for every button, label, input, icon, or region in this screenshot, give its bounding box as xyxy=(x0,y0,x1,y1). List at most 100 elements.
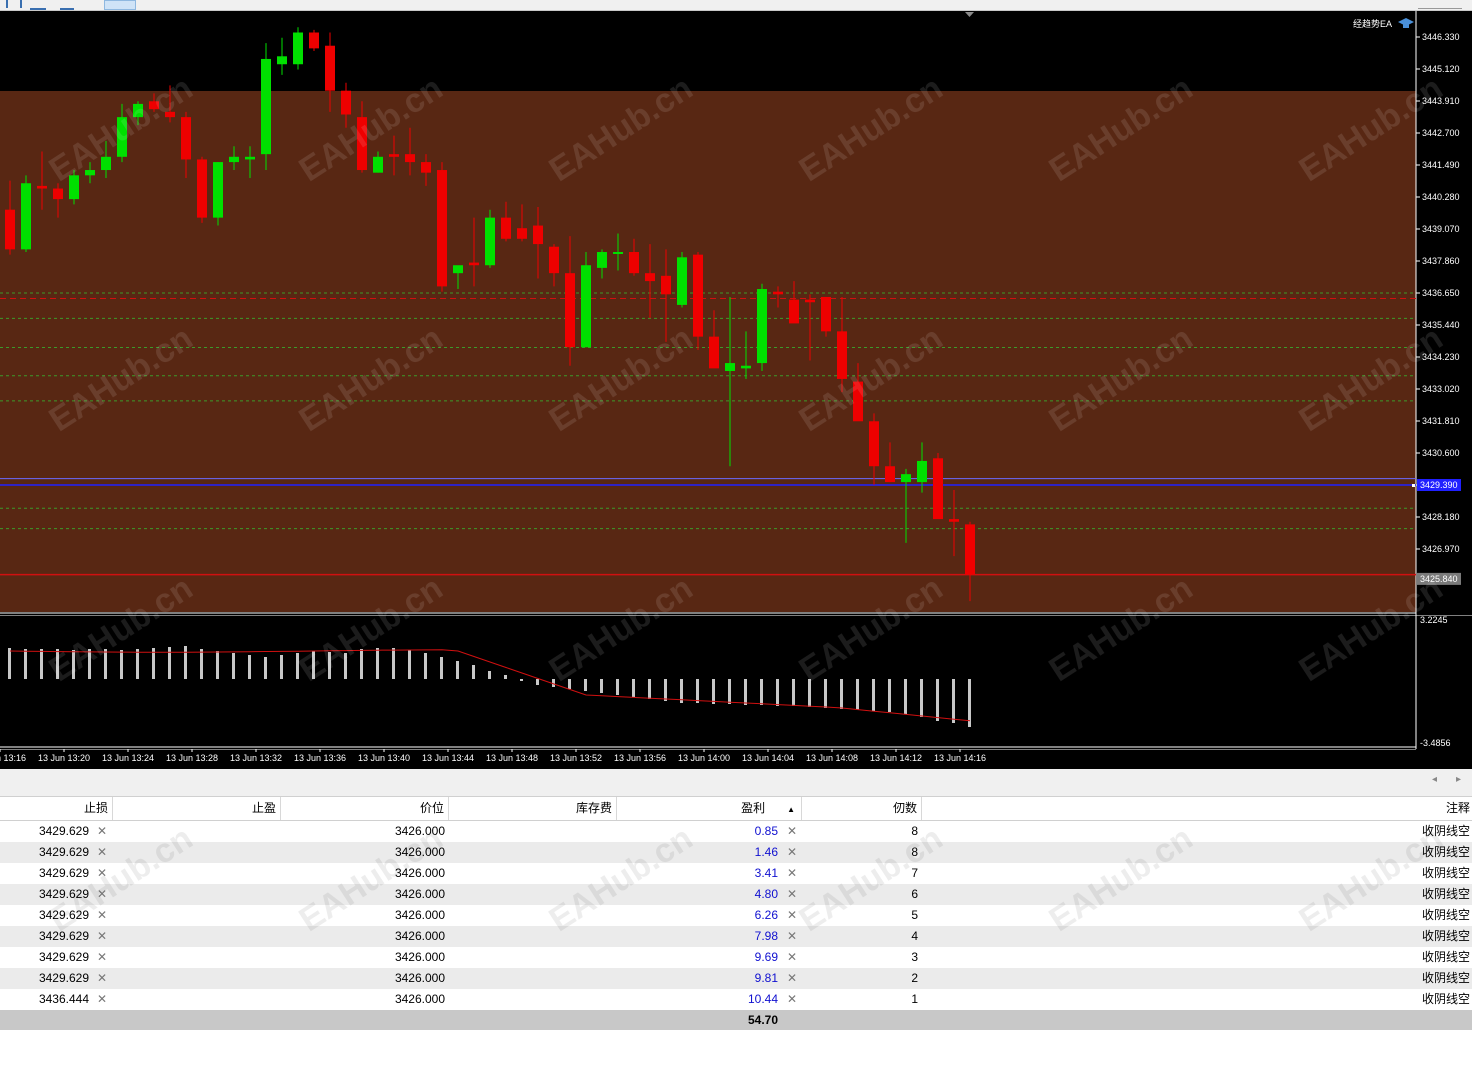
candle-body xyxy=(853,381,863,422)
order-profit: 1.46 xyxy=(754,845,778,859)
candle-body xyxy=(309,32,319,49)
time-tick-label: 13 Jun 13:48 xyxy=(486,753,538,763)
order-count: 2 xyxy=(911,971,918,985)
candle-body xyxy=(245,156,255,160)
col-header-count[interactable]: 仞数 xyxy=(802,797,922,820)
time-tick-label: 13 Jun 13:20 xyxy=(38,753,90,763)
histogram-bar xyxy=(728,679,731,704)
histogram-bar xyxy=(568,679,571,689)
candle-body xyxy=(293,32,303,65)
candle-body xyxy=(917,460,927,483)
candle-body xyxy=(197,159,207,218)
col-header-tp[interactable]: 止盈 xyxy=(113,797,281,820)
histogram-bar xyxy=(856,679,859,710)
remove-sl-icon[interactable]: ✕ xyxy=(96,863,108,884)
price-tick-label: 3431.810 xyxy=(1422,416,1460,426)
histogram-bar xyxy=(696,679,699,703)
scroll-left-icon[interactable]: ◂ xyxy=(1432,774,1437,785)
close-order-icon[interactable]: ✕ xyxy=(786,947,798,968)
col-header-price[interactable]: 价位 xyxy=(281,797,449,820)
scroll-right-icon[interactable]: ▸ xyxy=(1456,774,1461,785)
remove-sl-icon[interactable]: ✕ xyxy=(96,905,108,926)
order-row[interactable]: 3429.629 3426.000 0.85 8 收阴线空 ✕ ✕ xyxy=(0,821,1472,842)
remove-sl-icon[interactable]: ✕ xyxy=(96,821,108,842)
histogram-bar xyxy=(408,650,411,679)
price-chart[interactable]: 3446.330 3445.120 3443.910 3442.700 3441.490… xyxy=(0,11,1472,615)
table-header: 止损 止盈 价位 库存费 盈利 ▲ 仞数 注释 xyxy=(0,797,1472,821)
candle-body xyxy=(773,291,783,295)
histogram-bar xyxy=(776,679,779,706)
remove-sl-icon[interactable]: ✕ xyxy=(96,947,108,968)
close-order-icon[interactable]: ✕ xyxy=(786,989,798,1010)
candle-icon[interactable] xyxy=(60,0,74,10)
histogram-bar xyxy=(24,649,27,679)
remove-sl-icon[interactable]: ✕ xyxy=(96,842,108,863)
close-order-icon[interactable]: ✕ xyxy=(786,884,798,905)
order-row[interactable]: 3429.629 3426.000 7.98 4 收阴线空 ✕ ✕ xyxy=(0,926,1472,947)
candle-body xyxy=(725,363,735,372)
candle-body xyxy=(117,117,127,157)
remove-sl-icon[interactable]: ✕ xyxy=(96,968,108,989)
candle-body xyxy=(741,365,751,369)
price-tick-label: 3435.440 xyxy=(1422,320,1460,330)
close-order-icon[interactable]: ✕ xyxy=(786,905,798,926)
col-header-profit[interactable]: 盈利 ▲ xyxy=(617,797,802,820)
histogram-bar xyxy=(376,648,379,679)
order-row[interactable]: 3429.629 3426.000 4.80 6 收阴线空 ✕ ✕ xyxy=(0,884,1472,905)
order-row[interactable]: 3429.629 3426.000 1.46 8 收阴线空 ✕ ✕ xyxy=(0,842,1472,863)
indicator-max-label: 3.2245 xyxy=(1420,615,1448,625)
close-order-icon[interactable]: ✕ xyxy=(786,863,798,884)
candle-body xyxy=(53,188,63,200)
candle-body xyxy=(805,299,815,303)
order-tp xyxy=(113,884,281,905)
price-tick-label: 3441.490 xyxy=(1422,160,1460,170)
time-tick-label: 13 Jun 13:44 xyxy=(422,753,474,763)
price-tick-label: 3439.070 xyxy=(1422,224,1460,234)
line-chart-button[interactable] xyxy=(104,0,136,10)
candle-body xyxy=(421,162,431,173)
order-row[interactable]: 3429.629 3426.000 9.81 2 收阴线空 ✕ ✕ xyxy=(0,968,1472,989)
scroll-indicator[interactable] xyxy=(1418,0,1462,9)
order-swap xyxy=(449,947,617,968)
order-row[interactable]: 3436.444 3426.000 10.44 1 收阴线空 ✕ ✕ xyxy=(0,989,1472,1010)
price-tick-label: 3443.910 xyxy=(1422,96,1460,106)
chart-type-icon[interactable] xyxy=(6,0,22,8)
order-count: 4 xyxy=(911,929,918,943)
histogram-bar xyxy=(952,679,955,723)
histogram-bar xyxy=(760,679,763,705)
terminal-scroll-strip: ◂ ▸ xyxy=(0,769,1472,797)
col-header-sl[interactable]: 止损 xyxy=(0,797,113,820)
order-swap xyxy=(449,884,617,905)
candle-body xyxy=(325,45,335,91)
scroll-marker-icon[interactable] xyxy=(965,12,974,17)
candle-body xyxy=(229,156,239,163)
time-tick-label: 13 Jun 14:16 xyxy=(934,753,986,763)
time-tick-label: 13 Jun 13:24 xyxy=(102,753,154,763)
close-order-icon[interactable]: ✕ xyxy=(786,842,798,863)
col-header-swap[interactable]: 库存费 xyxy=(449,797,617,820)
remove-sl-icon[interactable]: ✕ xyxy=(96,884,108,905)
candle-body xyxy=(133,103,143,118)
order-note: 收阴线空 xyxy=(1421,992,1470,1006)
bar-chart-icon[interactable] xyxy=(30,0,46,10)
order-note: 收阴线空 xyxy=(1421,950,1470,964)
candle-body xyxy=(869,421,879,467)
close-order-icon[interactable]: ✕ xyxy=(786,968,798,989)
time-axis: 13 Jun 13:16 13 Jun 13:20 13 Jun 13:24 13 J… xyxy=(0,748,1472,769)
histogram-bar xyxy=(120,650,123,679)
histogram-bar xyxy=(936,679,939,721)
order-swap xyxy=(449,863,617,884)
histogram-bar xyxy=(72,650,75,679)
indicator-window[interactable]: 3.2245 -3.4856 xyxy=(0,614,1472,749)
remove-sl-icon[interactable]: ✕ xyxy=(96,926,108,947)
candle-body xyxy=(501,217,511,239)
order-row[interactable]: 3429.629 3426.000 9.69 3 收阴线空 ✕ ✕ xyxy=(0,947,1472,968)
order-row[interactable]: 3429.629 3426.000 3.41 7 收阴线空 ✕ ✕ xyxy=(0,863,1472,884)
close-order-icon[interactable]: ✕ xyxy=(786,821,798,842)
close-order-icon[interactable]: ✕ xyxy=(786,926,798,947)
col-header-note[interactable]: 注释 xyxy=(922,797,1472,820)
order-row[interactable]: 3429.629 3426.000 6.26 5 收阴线空 ✕ ✕ xyxy=(0,905,1472,926)
remove-sl-icon[interactable]: ✕ xyxy=(96,989,108,1010)
col-header-profit-label: 盈利 xyxy=(741,801,766,815)
price-chart-svg: 3446.330 3445.120 3443.910 3442.700 3441.490… xyxy=(0,11,1461,615)
